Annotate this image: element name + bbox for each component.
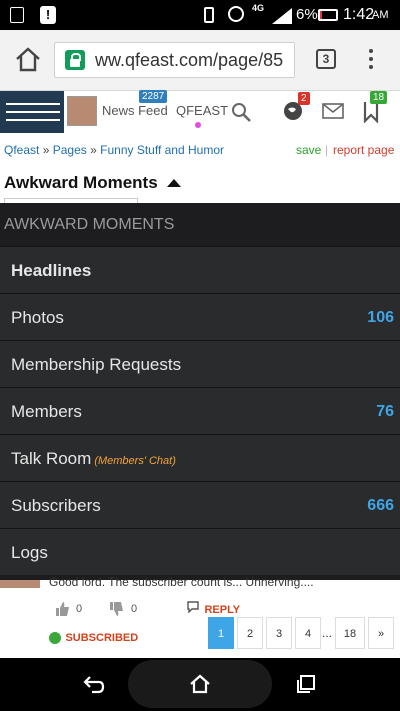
pages-icon[interactable] <box>362 101 380 123</box>
reply-bubble-icon <box>187 601 199 614</box>
clock-time: 1:42 <box>343 6 375 23</box>
menu-item-sublabel: (Members' Chat) <box>94 455 176 467</box>
menu-header: AWKWARD MOMENTS <box>0 203 400 246</box>
breadcrumb-sep: » <box>90 143 97 157</box>
status-bar: ! 4G 6% 1:42 AM <box>0 0 400 30</box>
breadcrumb-qfeast[interactable]: Qfeast <box>4 143 39 157</box>
alert-icon: ! <box>40 6 56 24</box>
clock-ampm: AM <box>372 9 389 21</box>
tab-count: 3 <box>322 52 330 66</box>
page-4-button[interactable]: 4 <box>295 617 321 649</box>
menu-item-headlines[interactable]: Headlines <box>0 246 400 293</box>
page-menu: AWKWARD MOMENTS Headlines Photos 106 Mem… <box>0 203 400 580</box>
menu-item-count: 76 <box>376 403 394 420</box>
messages-icon[interactable] <box>322 103 344 119</box>
lock-icon <box>65 50 85 70</box>
menu-item-label: Logs <box>11 543 48 562</box>
page-1-button[interactable]: 1 <box>208 617 234 649</box>
save-link[interactable]: save <box>296 143 321 157</box>
notifications-badge: 2 <box>298 92 310 105</box>
signal-icon <box>272 8 292 24</box>
menu-item-members[interactable]: Members 76 <box>0 387 400 434</box>
user-avatar[interactable] <box>67 96 97 126</box>
menu-item-label: Photos <box>11 308 64 327</box>
next-page-button[interactable]: » <box>368 617 394 649</box>
overflow-menu-icon[interactable] <box>368 48 374 72</box>
menu-item-membership-requests[interactable]: Membership Requests <box>0 340 400 387</box>
brand-label: QFEAST <box>176 103 229 118</box>
subscribed-icon <box>49 631 61 644</box>
comment-text: Good lord. The subscriber count is... Un… <box>49 575 314 589</box>
like-icon[interactable] <box>54 601 70 617</box>
url-text: ww.qfeast.com/page/85 <box>95 50 284 70</box>
breadcrumb-sep: » <box>42 143 50 157</box>
alarm-icon <box>228 6 244 22</box>
address-bar[interactable]: ww.qfeast.com/page/85 <box>54 42 295 78</box>
pager-ellipsis: ... <box>322 626 333 640</box>
like-count: 0 <box>76 603 83 615</box>
menu-item-label: Subscribers <box>11 496 101 515</box>
pages-badge: 18 <box>370 91 388 104</box>
menu-item-logs[interactable]: Logs <box>0 528 400 575</box>
battery-icon <box>318 9 338 21</box>
tab-switcher-button[interactable]: 3 <box>316 49 336 69</box>
home-icon[interactable] <box>14 46 42 72</box>
back-icon[interactable] <box>82 674 106 694</box>
menu-item-count: 106 <box>367 309 394 326</box>
menu-item-subscribers[interactable]: Subscribers 666 <box>0 481 400 528</box>
menu-item-count: 666 <box>367 497 394 514</box>
network-type: 4G <box>252 3 265 13</box>
page-title-button[interactable]: Awkward Moments <box>4 173 182 193</box>
menu-item-label: Members <box>11 402 82 421</box>
dislike-icon[interactable] <box>108 601 124 617</box>
breadcrumb-category[interactable]: Funny Stuff and Humor <box>100 143 224 157</box>
reply-button[interactable]: REPLY <box>186 600 240 618</box>
menu-item-label: Headlines <box>11 261 92 280</box>
vibrate-icon <box>204 7 214 23</box>
report-page-link[interactable]: report page <box>333 143 394 157</box>
brand-link[interactable]: QFEAST <box>174 91 228 133</box>
menu-item-talk-room[interactable]: Talk Room (Members' Chat) <box>0 434 400 481</box>
nav-home-icon[interactable] <box>189 674 211 694</box>
breadcrumb: Qfeast » Pages » Funny Stuff and Humor s… <box>4 143 395 157</box>
page-3-button[interactable]: 3 <box>266 617 292 649</box>
page-title: Awkward Moments <box>4 173 158 192</box>
breadcrumb-pages[interactable]: Pages <box>53 143 87 157</box>
notification-image-icon <box>10 7 24 23</box>
reply-label: REPLY <box>204 604 241 616</box>
dislike-count: 0 <box>131 603 138 615</box>
commenter-avatar[interactable] <box>0 580 40 588</box>
subscribed-label: SUBSCRIBED <box>65 631 139 644</box>
news-feed-link[interactable]: News Feed 2287 <box>102 90 168 133</box>
recents-icon[interactable] <box>296 674 316 694</box>
page-last-button[interactable]: 18 <box>335 617 365 649</box>
news-feed-label: News Feed <box>102 103 168 118</box>
page-2-button[interactable]: 2 <box>237 617 263 649</box>
site-header: News Feed 2287 QFEAST 2 18 <box>0 90 400 133</box>
menu-item-photos[interactable]: Photos 106 <box>0 293 400 340</box>
subscribed-button[interactable]: SUBSCRIBED <box>49 629 138 647</box>
browser-toolbar: ww.qfeast.com/page/85 3 <box>0 30 400 91</box>
caret-up-icon <box>167 179 182 187</box>
main-menu-button[interactable] <box>0 91 64 133</box>
menu-item-label: Membership Requests <box>11 355 182 374</box>
system-nav-bar <box>0 658 400 711</box>
news-feed-badge: 2287 <box>139 90 168 103</box>
search-icon[interactable] <box>230 101 252 123</box>
menu-item-label: Talk Room <box>11 449 92 468</box>
battery-percent: 6% <box>296 6 318 23</box>
